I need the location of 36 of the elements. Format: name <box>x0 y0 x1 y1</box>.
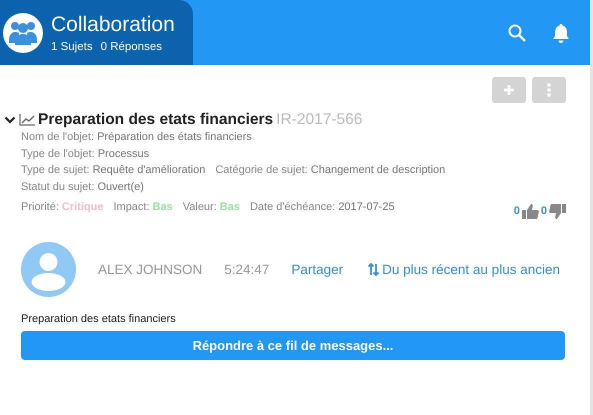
like-count: 0 <box>514 204 520 219</box>
avatar-icon <box>21 242 76 296</box>
search-icon[interactable] <box>508 24 526 42</box>
bell-icon[interactable] <box>552 22 570 42</box>
message-text: Preparation des etats financiers <box>21 312 177 324</box>
thumbs-up-icon[interactable] <box>522 204 539 219</box>
share-link[interactable]: Partager <box>291 262 344 276</box>
chevron-icon[interactable] <box>4 115 16 125</box>
sort-link[interactable]: Du plus récent au plus ancien <box>368 262 566 276</box>
detail-field: Type de l'objet: Processus <box>21 146 150 162</box>
author-name: ALEX JOHNSON <box>98 262 202 276</box>
trend-chart-icon <box>19 114 35 126</box>
detail-field: Catégorie de sujet: Changement de description <box>215 162 446 178</box>
rating-value: Bas <box>220 200 240 215</box>
field-label: Priorité: <box>21 200 59 215</box>
sort-icon <box>368 262 380 276</box>
count-label: 1 Sujets <box>51 40 93 52</box>
group-logo-icon <box>3 12 43 52</box>
more-icon <box>547 83 551 97</box>
count-label: 0 Réponses <box>100 40 162 52</box>
message-time: 5:24:47 <box>224 262 270 276</box>
detail-field: Date d'échéance: 2017-07-25 <box>250 199 395 216</box>
detail-field: Type de sujet: Requête d'amélioration <box>21 162 206 178</box>
rating-value: Critique <box>62 200 104 215</box>
detail-field: Statut du sujet: Ouvert(e) <box>21 178 144 195</box>
rating-value: Bas <box>152 200 173 215</box>
reply-button[interactable]: Répondre à ce fil de messages... <box>21 330 565 360</box>
dislike-count: 0 <box>540 204 547 219</box>
field-label: Impact: <box>113 200 150 215</box>
app-title: Collaboration <box>51 12 175 36</box>
detail-field: Nom de l'objet: Préparation des états financiers <box>21 129 252 146</box>
topic-title: Preparation des etats financiers <box>38 111 274 129</box>
plus-icon <box>504 85 514 95</box>
topic-id: IR-2017-566 <box>276 111 362 129</box>
field-label: Valeur: <box>182 200 217 215</box>
thumbs-down-icon[interactable] <box>549 204 566 219</box>
